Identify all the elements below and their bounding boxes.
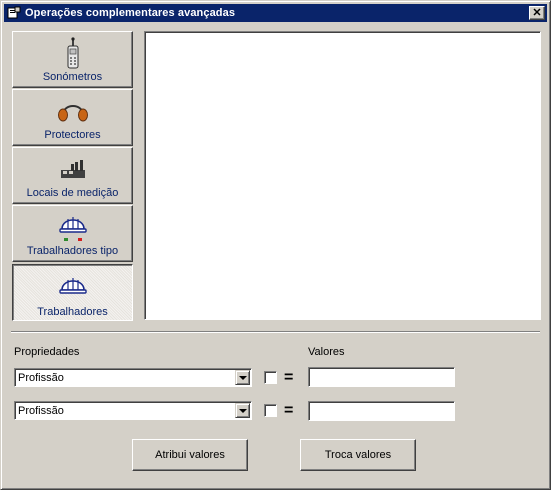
title-bar[interactable]: Operações complementares avançadas ✕	[4, 4, 547, 22]
property-select-2-value: Profissão	[18, 405, 64, 417]
assign-values-button[interactable]: Atribui valores	[132, 439, 248, 471]
properties-label: Propriedades	[14, 346, 80, 358]
property-select-1-value: Profissão	[18, 372, 64, 384]
property-checkbox-2[interactable]	[264, 404, 277, 417]
close-button[interactable]: ✕	[529, 6, 545, 20]
value-input-1[interactable]	[308, 367, 455, 387]
nav-sonometros-button[interactable]: Sonómetros	[12, 31, 133, 88]
swap-values-label: Troca valores	[324, 449, 392, 461]
factory-icon	[60, 160, 85, 178]
items-list-panel[interactable]	[144, 31, 541, 320]
chevron-down-icon	[238, 375, 247, 380]
property-select-1[interactable]: Profissão	[14, 368, 252, 387]
nav-trabalhadores-button[interactable]: Trabalhadores	[12, 264, 133, 321]
sound-level-meter-icon	[67, 37, 78, 69]
property-select-2[interactable]: Profissão	[14, 401, 252, 420]
swap-values-button[interactable]: Troca valores	[300, 439, 416, 471]
equals-sign-2: =	[284, 402, 294, 419]
chevron-down-icon	[238, 408, 247, 413]
nav-label-trabalhadores: Trabalhadores	[37, 306, 108, 318]
dropdown-button[interactable]	[235, 403, 250, 418]
nav-label-trabalhadores-tipo: Trabalhadores tipo	[26, 245, 119, 257]
nav-protectores-button[interactable]: Protectores	[12, 89, 133, 146]
separator	[11, 331, 540, 333]
window-title: Operações complementares avançadas	[25, 7, 236, 19]
ear-protector-icon	[57, 105, 88, 122]
app-icon	[7, 6, 21, 19]
dialog-window: Operações complementares avançadas ✕ Son…	[0, 0, 551, 490]
property-checkbox-1[interactable]	[264, 371, 277, 384]
nav-locais-medicao-button[interactable]: Locais de medição	[12, 147, 133, 204]
values-label: Valores	[308, 346, 345, 358]
hard-hat-flag-icon	[58, 217, 87, 241]
close-icon: ✕	[532, 6, 542, 19]
nav-label-locais-medicao: Locais de medição	[26, 187, 119, 199]
value-input-2[interactable]	[308, 401, 455, 421]
nav-label-protectores: Protectores	[44, 129, 101, 141]
assign-values-label: Atribui valores	[155, 449, 225, 461]
hard-hat-icon	[58, 278, 87, 294]
dropdown-button[interactable]	[235, 370, 250, 385]
nav-label-sonometros: Sonómetros	[42, 71, 103, 83]
equals-sign-1: =	[284, 369, 294, 386]
nav-trabalhadores-tipo-button[interactable]: Trabalhadores tipo	[12, 205, 133, 262]
